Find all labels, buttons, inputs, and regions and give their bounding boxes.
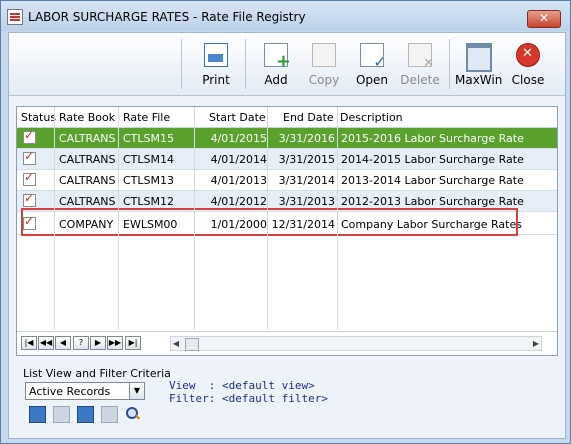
start-date-cell: 4/01/2015	[210, 132, 267, 145]
select-view-icon[interactable]	[29, 406, 46, 423]
print-button[interactable]: Print	[193, 39, 239, 89]
nav-next-button[interactable]: ▶	[90, 336, 106, 350]
start-date-cell: 4/01/2012	[210, 195, 267, 208]
rate-file-cell: CTLSM14	[123, 153, 174, 166]
nav-help-button[interactable]: ?	[73, 336, 89, 350]
column-header-start-date[interactable]: Start Date	[209, 111, 266, 124]
edit-filter-icon[interactable]	[101, 406, 118, 423]
rate-file-cell: CTLSM15	[123, 132, 174, 145]
grid-header: Status Rate Book Rate File Start Date En…	[17, 107, 557, 128]
nav-prev-button[interactable]: ◀	[55, 336, 71, 350]
print-icon	[204, 43, 228, 67]
grid-footer: |◀ ◀◀ ◀ ? ▶ ▶▶ ▶| ◀ ▶	[17, 331, 557, 354]
end-date-cell: 3/31/2014	[278, 174, 335, 187]
copy-button[interactable]: Copy	[301, 39, 347, 89]
rate-book-cell: CALTRANS	[59, 153, 116, 166]
maxwin-button[interactable]: MaxWin	[455, 39, 503, 89]
toolbar-separator	[449, 39, 450, 89]
rate-file-cell: CTLSM12	[123, 195, 174, 208]
nav-last-button[interactable]: ▶|	[125, 336, 141, 350]
highlight-box	[21, 208, 518, 236]
rate-file-cell: CTLSM13	[123, 174, 174, 187]
toolbar-separator	[181, 39, 182, 89]
status-checkbox[interactable]	[23, 170, 36, 186]
scroll-right-arrow-icon[interactable]: ▶	[531, 337, 541, 350]
scroll-thumb[interactable]	[185, 338, 199, 351]
start-date-cell: 4/01/2013	[210, 174, 267, 187]
select-filter-icon[interactable]	[77, 406, 94, 423]
filter-text: Filter: <default filter>	[169, 392, 328, 405]
nav-first-button[interactable]: |◀	[21, 336, 37, 350]
status-checkbox[interactable]	[23, 191, 36, 207]
rate-file-registry-window: LABOR SURCHARGE RATES - Rate File Regist…	[0, 0, 571, 444]
column-header-rate-file[interactable]: Rate File	[123, 111, 170, 124]
rate-book-cell: CALTRANS	[59, 174, 116, 187]
column-header-description[interactable]: Description	[340, 111, 403, 124]
description-cell: 2014-2015 Labor Surcharge Rate	[341, 153, 524, 166]
rate-file-grid[interactable]: Status Rate Book Rate File Start Date En…	[16, 106, 558, 356]
description-cell: 2012-2013 Labor Surcharge Rate	[341, 195, 524, 208]
end-date-cell: 3/31/2013	[278, 195, 335, 208]
column-divider	[337, 107, 338, 330]
column-header-status[interactable]: Status	[21, 111, 56, 124]
column-header-end-date[interactable]: End Date	[283, 111, 334, 124]
search-icon[interactable]	[125, 406, 140, 421]
edit-view-icon[interactable]	[53, 406, 70, 423]
delete-icon	[408, 43, 434, 71]
nav-page-back-button[interactable]: ◀◀	[38, 336, 54, 350]
client-area: Print Add Copy Open Delete MaxW	[8, 32, 566, 439]
close-button[interactable]: Close	[505, 39, 551, 89]
end-date-cell: 3/31/2015	[278, 153, 335, 166]
end-date-cell: 3/31/2016	[278, 132, 335, 145]
column-divider	[194, 107, 195, 330]
copy-label: Copy	[308, 73, 340, 87]
table-row[interactable]: CALTRANS CTLSM13 4/01/2013 3/31/2014 201…	[17, 170, 557, 191]
table-row[interactable]: CALTRANS CTLSM14 4/01/2014 3/31/2015 201…	[17, 149, 557, 170]
start-date-cell: 4/01/2014	[210, 153, 267, 166]
add-record-icon	[264, 43, 291, 72]
table-row[interactable]: CALTRANS CTLSM15 4/01/2015 3/31/2016 201…	[17, 128, 557, 149]
app-icon	[7, 9, 23, 25]
view-filter-text: View : <default view> Filter: <default f…	[169, 379, 328, 405]
add-label: Add	[264, 73, 288, 87]
nav-page-forward-button[interactable]: ▶▶	[107, 336, 123, 350]
window-title: LABOR SURCHARGE RATES - Rate File Regist…	[28, 10, 306, 24]
dropdown-value: Active Records	[29, 385, 111, 398]
column-divider	[267, 107, 268, 330]
maximize-window-icon	[466, 43, 492, 72]
window-close-button[interactable]: ✕	[527, 10, 561, 28]
open-button[interactable]: Open	[349, 39, 395, 89]
delete-button[interactable]: Delete	[397, 39, 443, 89]
copy-icon	[312, 43, 336, 67]
close-icon	[516, 43, 540, 67]
rate-book-cell: CALTRANS	[59, 195, 116, 208]
scroll-left-arrow-icon[interactable]: ◀	[171, 337, 181, 350]
close-label: Close	[511, 73, 545, 87]
open-label: Open	[355, 73, 389, 87]
delete-label: Delete	[400, 73, 440, 87]
print-label: Print	[202, 73, 230, 87]
chevron-down-icon[interactable]: ▼	[129, 383, 144, 399]
filter-section-label: List View and Filter Criteria	[23, 367, 171, 380]
rate-book-cell: CALTRANS	[59, 132, 116, 145]
description-cell: 2015-2016 Labor Surcharge Rate	[341, 132, 524, 145]
add-button[interactable]: Add	[253, 39, 299, 89]
column-divider	[118, 107, 119, 330]
toolbar-separator	[245, 39, 246, 89]
toolbar: Print Add Copy Open Delete MaxW	[9, 33, 565, 96]
open-icon	[360, 43, 386, 71]
title-bar: LABOR SURCHARGE RATES - Rate File Regist…	[1, 1, 570, 31]
column-divider	[54, 107, 55, 330]
status-checkbox[interactable]	[23, 149, 36, 165]
description-cell: 2013-2014 Labor Surcharge Rate	[341, 174, 524, 187]
view-text: View : <default view>	[169, 379, 315, 392]
list-view-dropdown[interactable]: Active Records ▼	[25, 382, 145, 400]
column-header-rate-book[interactable]: Rate Book	[59, 111, 115, 124]
maxwin-label: MaxWin	[455, 73, 503, 87]
horizontal-scrollbar[interactable]: ◀ ▶	[170, 336, 542, 351]
status-checkbox[interactable]	[23, 128, 36, 144]
